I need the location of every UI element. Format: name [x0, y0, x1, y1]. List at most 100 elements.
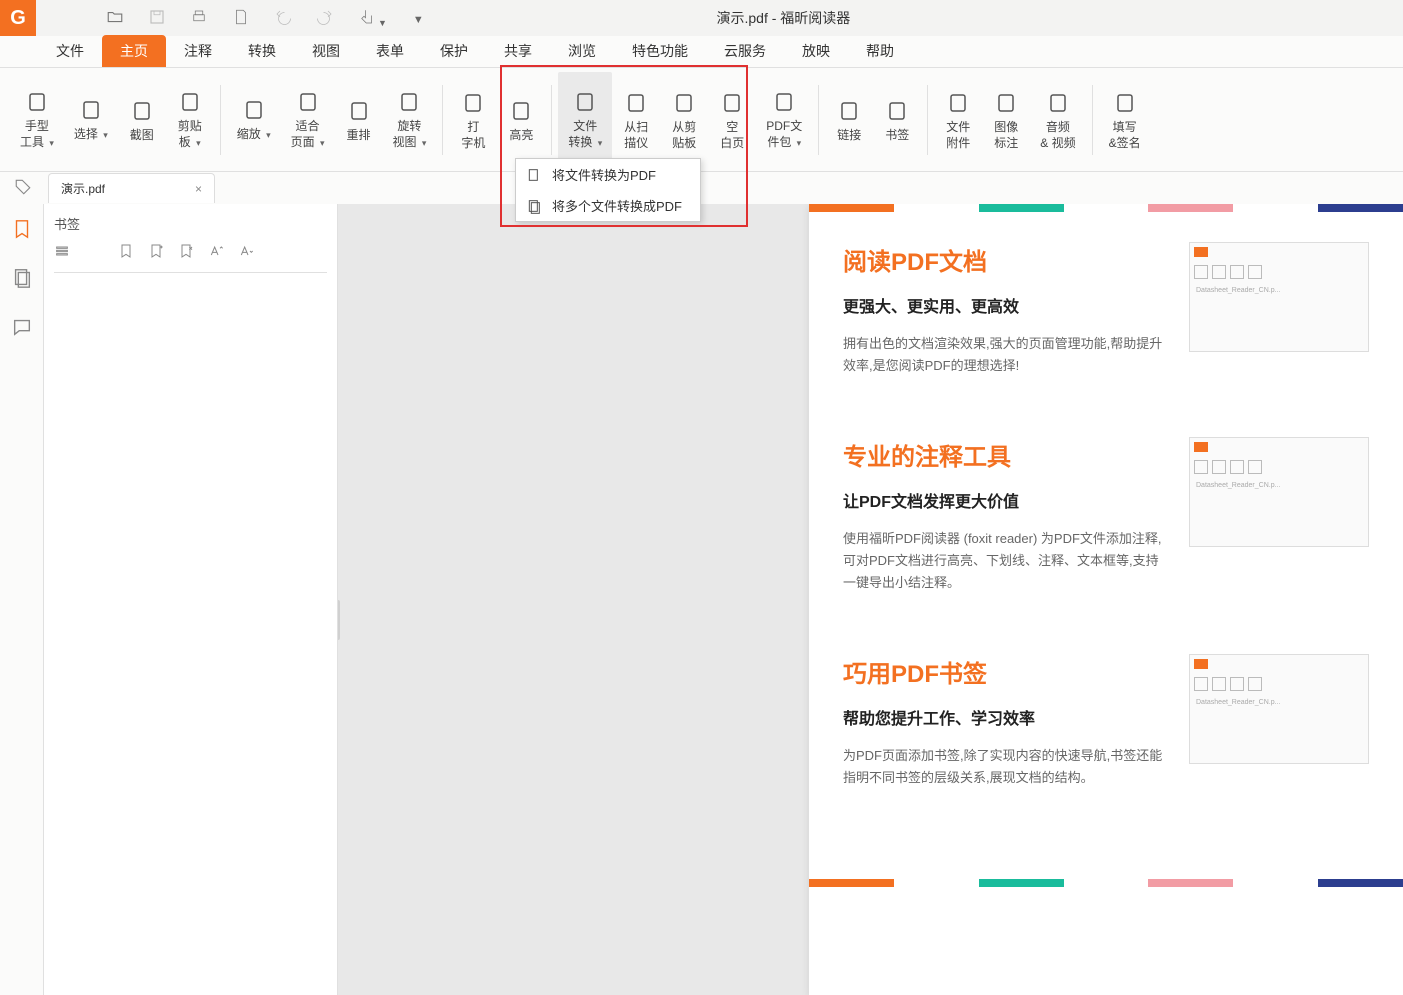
ribbon-label: 文件 附件: [946, 119, 970, 151]
section-subheading: 帮助您提升工作、学习效率: [843, 705, 1169, 729]
ribbon-从扫描仪[interactable]: 从扫 描仪: [612, 72, 660, 167]
bm-font-up-icon[interactable]: [208, 243, 224, 262]
ribbon-缩放[interactable]: 缩放 ▾: [227, 72, 281, 167]
ribbon-label: 缩放 ▾: [237, 126, 271, 143]
ribbon-空白页[interactable]: 空 白页: [708, 72, 756, 167]
print-icon[interactable]: [190, 8, 208, 29]
ribbon-icon: [459, 89, 487, 117]
menu-tab-11[interactable]: 放映: [784, 35, 848, 67]
section-heading: 专业的注释工具: [843, 437, 1169, 472]
document-tab[interactable]: 演示.pdf ×: [48, 173, 215, 203]
menu-tab-3[interactable]: 转换: [230, 35, 294, 67]
ribbon-选择[interactable]: 选择 ▾: [64, 72, 118, 167]
ribbon-icon: [23, 88, 51, 116]
section-heading: 巧用PDF书签: [843, 654, 1169, 689]
ribbon-icon: [992, 89, 1020, 117]
bookmarks-toolbar: [54, 243, 327, 273]
ribbon-label: 音频 & 视频: [1040, 119, 1075, 151]
ribbon-label: 剪贴 板 ▾: [178, 118, 202, 151]
ribbon: 手型 工具 ▾ 选择 ▾ 截图 剪贴 板 ▾ 缩放 ▾ 适合 页面 ▾重排旋转 视图 ▾ 打…: [0, 68, 1403, 172]
section-0: 阅读PDF文档更强大、更实用、更高效拥有出色的文档渲染效果,强大的页面管理功能,…: [843, 242, 1369, 377]
section-heading: 阅读PDF文档: [843, 242, 1169, 277]
menu-tab-0[interactable]: 文件: [38, 35, 102, 67]
ribbon-从剪贴板[interactable]: 从剪 贴板: [660, 72, 708, 167]
ribbon-文件附件[interactable]: 文件 附件: [934, 72, 982, 167]
customize-icon[interactable]: ▼: [411, 11, 424, 26]
menu-tab-7[interactable]: 共享: [486, 35, 550, 67]
open-icon[interactable]: [106, 8, 124, 29]
ribbon-书签[interactable]: 书签: [873, 72, 921, 167]
undo-icon[interactable]: [274, 8, 292, 29]
ribbon-PDF文件包[interactable]: PDF文 件包 ▾: [756, 72, 812, 167]
ribbon-打字机[interactable]: 打 字机: [449, 72, 497, 167]
collapse-handle[interactable]: [338, 600, 340, 640]
section-1: 专业的注释工具让PDF文档发挥更大价值使用福昕PDF阅读器 (foxit rea…: [843, 437, 1369, 594]
section-body: 为PDF页面添加书签,除了实现内容的快速导航,书签还能指明不同书签的层级关系,展…: [843, 745, 1169, 789]
menu-tab-8[interactable]: 浏览: [550, 35, 614, 67]
bookmarks-panel-title: 书签: [54, 214, 327, 233]
save-icon[interactable]: [148, 8, 166, 29]
ribbon-label: 选择 ▾: [74, 126, 108, 143]
ribbon-label: 旋转 视图 ▾: [393, 118, 427, 151]
redo-icon[interactable]: [316, 8, 334, 29]
ribbon-label: 从扫 描仪: [624, 119, 648, 151]
document-area: 阅读PDF文档更强大、更实用、更高效拥有出色的文档渲染效果,强大的页面管理功能,…: [338, 204, 1403, 995]
document-tab-label: 演示.pdf: [61, 180, 105, 197]
bookmarks-icon[interactable]: [11, 218, 33, 243]
ribbon-label: 截图: [130, 127, 154, 143]
section-thumbnail: Datasheet_Reader_CN.p...: [1189, 654, 1369, 764]
bm-add-icon[interactable]: [148, 243, 164, 262]
menu-tab-5[interactable]: 表单: [358, 35, 422, 67]
ribbon-icon: [507, 97, 535, 125]
menu-tab-9[interactable]: 特色功能: [614, 35, 706, 67]
ribbon-文件转换[interactable]: 文件 转换 ▾: [558, 72, 612, 167]
ribbon-icon: [1111, 89, 1139, 117]
titlebar: G ▼ ▼ 演示.pdf - 福昕阅读器: [0, 0, 1403, 36]
ribbon-手型工具[interactable]: 手型 工具 ▾: [10, 72, 64, 167]
ribbon-适合页面[interactable]: 适合 页面 ▾: [281, 72, 335, 167]
section-thumbnail: Datasheet_Reader_CN.p...: [1189, 437, 1369, 547]
ribbon-icon: [944, 89, 972, 117]
touch-mode-icon[interactable]: ▼: [358, 8, 387, 29]
ribbon-icon: [240, 96, 268, 124]
ribbon-label: 从剪 贴板: [672, 119, 696, 151]
page-icon[interactable]: [232, 8, 250, 29]
ribbon-重排[interactable]: 重排: [335, 72, 383, 167]
ribbon-icon: [770, 88, 798, 116]
ribbon-图像标注[interactable]: 图像 标注: [982, 72, 1030, 167]
ribbon-链接[interactable]: 链接: [825, 72, 873, 167]
menu-tab-1[interactable]: 主页: [102, 35, 166, 67]
bm-options-icon[interactable]: [54, 243, 70, 262]
menu-tab-4[interactable]: 视图: [294, 35, 358, 67]
menu-tab-10[interactable]: 云服务: [706, 35, 784, 67]
ribbon-icon: [718, 89, 746, 117]
ribbon-icon: [395, 88, 423, 116]
ribbon-label: 高亮: [509, 127, 533, 143]
ribbon-剪贴板[interactable]: 剪贴 板 ▾: [166, 72, 214, 167]
menu-tab-2[interactable]: 注释: [166, 35, 230, 67]
bm-font-down-icon[interactable]: [238, 243, 254, 262]
ribbon-label: 手型 工具 ▾: [20, 118, 54, 151]
ribbon-icon: [571, 88, 599, 116]
comments-icon[interactable]: [11, 316, 33, 341]
ribbon-截图[interactable]: 截图: [118, 72, 166, 167]
app-logo: G: [0, 0, 36, 36]
section-subheading: 让PDF文档发挥更大价值: [843, 488, 1169, 512]
close-tab-icon[interactable]: ×: [195, 182, 202, 196]
ribbon-填写&签名[interactable]: 填写 &签名: [1099, 72, 1151, 167]
dropdown-item-1[interactable]: 将多个文件转换成PDF: [516, 190, 700, 221]
ribbon-icon: [622, 89, 650, 117]
window-title: 演示.pdf - 福昕阅读器: [424, 8, 1143, 28]
dropdown-item-0[interactable]: 将文件转换为PDF: [516, 159, 700, 190]
tag-icon[interactable]: [14, 178, 32, 196]
document-tabs-bar: 演示.pdf ×: [0, 172, 1403, 204]
bm-delete-icon[interactable]: [178, 243, 194, 262]
ribbon-旋转视图[interactable]: 旋转 视图 ▾: [383, 72, 437, 167]
bm-collapse-icon[interactable]: [118, 243, 134, 262]
ribbon-icon: [176, 88, 204, 116]
menu-tab-12[interactable]: 帮助: [848, 35, 912, 67]
ribbon-音频& 视频[interactable]: 音频 & 视频: [1030, 72, 1085, 167]
menu-tab-6[interactable]: 保护: [422, 35, 486, 67]
pages-icon[interactable]: [11, 267, 33, 292]
ribbon-高亮[interactable]: 高亮: [497, 72, 545, 167]
